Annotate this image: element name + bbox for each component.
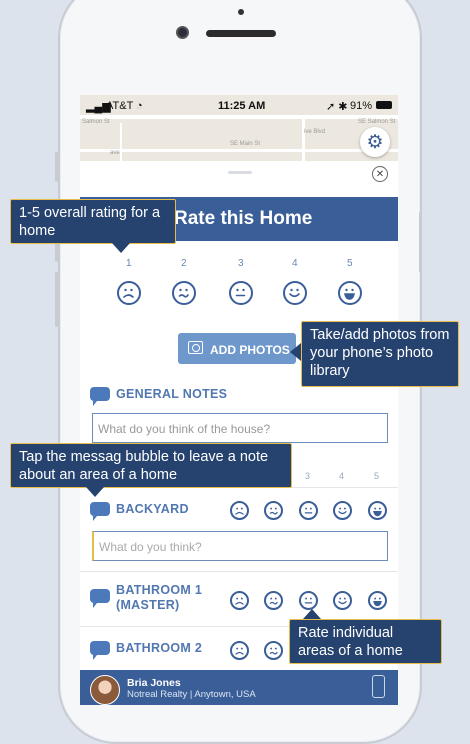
status-bar: ▂▄▆ AT&T ◔ 11:25 AM ➚ ✱ 91% [80, 95, 398, 115]
rating-number: 2 [181, 258, 187, 269]
camera-icon [188, 341, 203, 354]
message-bubble-icon[interactable] [90, 387, 110, 401]
tooltip-arrow [290, 343, 301, 361]
area-label-backyard: BACKYARD [116, 502, 189, 516]
very-happy-face-icon[interactable] [338, 281, 362, 305]
map-road [80, 115, 398, 119]
sad-face-icon[interactable] [172, 281, 196, 305]
map-road [80, 149, 398, 152]
battery-percentage: 91% [350, 100, 373, 112]
area-label-bathroom-1: BATHROOM 1 (MASTER) [116, 583, 203, 612]
map-label: SE Main St [230, 141, 261, 147]
close-icon[interactable]: ✕ [372, 166, 388, 182]
front-camera [176, 26, 189, 39]
happy-face-icon[interactable] [333, 591, 352, 610]
message-bubble-icon[interactable] [90, 589, 110, 603]
agent-footer: Bria Jones Notreal Realty | Anytown, USA [80, 670, 398, 705]
add-photos-label: ADD PHOTOS [210, 343, 290, 357]
mute-switch [55, 152, 58, 182]
very-happy-face-icon[interactable] [368, 501, 387, 520]
earpiece-speaker [206, 30, 276, 37]
map-label: Salmon St [82, 119, 110, 125]
location-bluetooth-icon: ➚ ✱ [326, 101, 348, 113]
sad-face-icon[interactable] [264, 641, 283, 660]
tooltip-overall-rating: 1-5 overall rating for a home [10, 199, 176, 244]
general-notes-label: GENERAL NOTES [116, 387, 228, 401]
agent-company: Notreal Realty | Anytown, USA [127, 689, 256, 700]
clock: 11:25 AM [218, 100, 266, 112]
general-notes-input[interactable]: What do you think of the house? [92, 413, 388, 443]
map-label: SE Salmon St [358, 119, 396, 125]
sad-face-icon[interactable] [264, 501, 283, 520]
tooltip-arrow [303, 609, 321, 619]
area-rating-number: 4 [339, 471, 345, 481]
tooltip-arrow [112, 243, 130, 253]
map-label: ave [110, 150, 120, 156]
add-photos-button[interactable]: ADD PHOTOS [178, 333, 296, 364]
map-road [302, 115, 305, 163]
divider [80, 571, 398, 572]
page-title: Rate this Home [174, 208, 313, 229]
rating-number: 3 [238, 258, 244, 269]
very-sad-face-icon[interactable] [230, 591, 249, 610]
very-sad-face-icon[interactable] [230, 501, 249, 520]
map-road [120, 123, 122, 163]
area-rating-number: 3 [305, 471, 311, 481]
power-button [419, 212, 422, 272]
tooltip-message-bubble: Tap the messag bubble to leave a note ab… [10, 443, 292, 488]
app-screen: Salmon St SE Main St SE Salmon St ave iv… [80, 95, 398, 705]
tooltip-photos: Take/add photos from your phone’s photo … [301, 321, 459, 387]
carrier-label: AT&T [106, 100, 134, 112]
happy-face-icon[interactable] [283, 281, 307, 305]
battery-icon [376, 101, 392, 109]
gear-icon[interactable]: ⚙ [360, 127, 390, 157]
phone-icon[interactable] [372, 675, 385, 698]
tooltip-areas: Rate individual areas of a home [289, 619, 442, 664]
volume-down-button [55, 272, 58, 327]
very-happy-face-icon[interactable] [368, 591, 387, 610]
neutral-face-icon[interactable] [299, 591, 318, 610]
area-label-bathroom-2: BATHROOM 2 [116, 641, 203, 655]
very-sad-face-icon[interactable] [117, 281, 141, 305]
rating-number: 4 [292, 258, 298, 269]
backyard-note-input[interactable]: What do you think? [92, 531, 388, 561]
area-rating-number: 5 [374, 471, 380, 481]
wifi-icon: ◔ [136, 100, 143, 112]
neutral-face-icon[interactable] [299, 501, 318, 520]
happy-face-icon[interactable] [333, 501, 352, 520]
proximity-sensor [238, 9, 244, 15]
map-label: ive Blvd [304, 129, 326, 135]
agent-name: Bria Jones [127, 677, 181, 689]
avatar [90, 675, 120, 705]
message-bubble-icon[interactable] [90, 502, 110, 516]
message-bubble-icon[interactable] [90, 641, 110, 655]
tooltip-arrow [86, 487, 104, 497]
rating-number: 1 [126, 258, 132, 269]
neutral-face-icon[interactable] [229, 281, 253, 305]
sad-face-icon[interactable] [264, 591, 283, 610]
drag-handle[interactable] [228, 171, 252, 174]
very-sad-face-icon[interactable] [230, 641, 249, 660]
rating-number: 5 [347, 258, 353, 269]
